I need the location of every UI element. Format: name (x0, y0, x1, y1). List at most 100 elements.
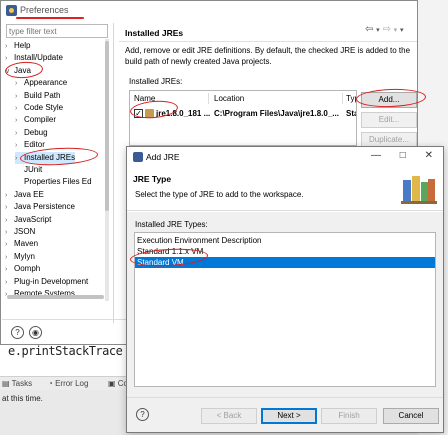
error-log-icon: ◔ (48, 379, 56, 388)
record-icon[interactable]: ◉ (29, 326, 42, 339)
view-menu-icon[interactable]: ▾ (400, 27, 404, 34)
expand-down-icon[interactable]: ∨ (5, 66, 14, 78)
tree-item[interactable]: › JavaScript (5, 214, 51, 226)
tree-item[interactable]: › Install/Update (5, 52, 63, 64)
jre-table: Name Location Typ ✓ jre1.8.0_181 ... C:\… (129, 90, 357, 146)
tree-item[interactable]: › Code Style (15, 102, 63, 114)
console-icon: ▣ (108, 379, 118, 388)
tree-item[interactable]: › Java Persistence (5, 201, 75, 213)
dialog-titlebar[interactable]: Add JRE — □ ✕ (127, 147, 443, 167)
expand-right-icon[interactable]: › (15, 153, 24, 165)
expand-right-icon[interactable]: › (5, 190, 14, 202)
expand-right-icon[interactable]: › (5, 53, 14, 65)
tree-item-label: Oomph (14, 264, 41, 274)
back-arrow-icon[interactable]: ⇦ (365, 24, 373, 35)
tree-item-label: Appearance (24, 78, 68, 88)
tree-item-label: Java (14, 65, 31, 75)
jre-types-label: Installed JRE Types: (135, 220, 208, 229)
expand-right-icon[interactable]: › (5, 239, 14, 251)
jre-checkbox[interactable]: ✓ (134, 109, 143, 118)
tree-item[interactable]: › Help (5, 40, 30, 52)
jre-types-list[interactable]: Execution Environment Description Standa… (134, 232, 436, 387)
list-item-standard-11x-vm[interactable]: Standard 1.1.x VM (135, 246, 435, 257)
column-header-type[interactable]: Typ (346, 94, 356, 103)
tree-item[interactable]: JUnit (15, 164, 42, 176)
tree-item[interactable]: › Build Path (15, 90, 60, 102)
background-status-message: at this time. (2, 394, 43, 403)
cancel-button[interactable]: Cancel (383, 408, 439, 424)
tree-item-label: JUnit (24, 165, 43, 174)
page-navigation: ⇦ ▾ ⇨ ▾ ▾ (365, 24, 403, 35)
expand-right-icon[interactable]: › (5, 202, 14, 214)
expand-right-icon[interactable]: › (15, 115, 24, 127)
tree-horizontal-scrollbar[interactable] (7, 295, 104, 299)
bg-tab-tasks[interactable]: ▤ Tasks (2, 379, 32, 388)
add-button[interactable]: Add... (361, 92, 417, 108)
chevron-down-icon[interactable]: ▾ (394, 27, 398, 34)
filter-input[interactable] (6, 24, 108, 38)
tree-item-label: Code Style (24, 103, 64, 112)
tree-item[interactable]: › Java EE (5, 189, 44, 201)
tree-item-label: Editor (24, 140, 45, 150)
expand-right-icon[interactable]: › (5, 227, 14, 239)
tree-item-label: Plug-in Development (14, 276, 89, 286)
eclipse-icon (133, 152, 143, 162)
tree-item[interactable]: › Editor (15, 139, 45, 151)
expand-right-icon[interactable]: › (5, 215, 14, 227)
expand-right-icon[interactable]: › (15, 103, 24, 115)
annotation-underline (16, 17, 84, 19)
expand-right-icon[interactable]: › (15, 91, 24, 103)
tree-item[interactable]: › Plug-in Development (5, 276, 88, 288)
window-controls[interactable]: — □ ✕ (371, 150, 433, 161)
dialog-description: Select the type of JRE to add to the wor… (135, 190, 304, 199)
expand-right-icon[interactable]: › (5, 264, 14, 276)
expand-right-icon[interactable]: › (15, 140, 24, 152)
list-item-execution-environment[interactable]: Execution Environment Description (135, 235, 435, 246)
tree-item[interactable]: › Debug (15, 127, 48, 139)
sash-divider[interactable] (113, 23, 114, 323)
expand-right-icon[interactable]: › (5, 277, 14, 289)
tree-item-label: Install/Update (14, 53, 63, 63)
preferences-titlebar[interactable]: Preferences (1, 1, 417, 21)
tree-scrollbar-thumb[interactable] (105, 41, 109, 211)
column-header-location[interactable]: Location (214, 94, 244, 103)
finish-button[interactable]: Finish (321, 408, 377, 424)
expand-right-icon[interactable]: › (5, 41, 14, 53)
back-button[interactable]: < Back (201, 408, 257, 424)
jre-type: Sta (346, 109, 356, 118)
tree-item-label: Help (14, 41, 31, 50)
tree-item[interactable]: › Mylyn (5, 251, 35, 263)
bg-tab-console[interactable]: ▣ Co (108, 379, 128, 388)
list-item-standard-vm[interactable]: Standard VM (135, 257, 435, 268)
tree-item-label: Installed JREs (24, 152, 76, 162)
tree-item[interactable]: › JSON (5, 226, 35, 238)
library-books-icon (401, 176, 437, 204)
tree-item-label: Java EE (14, 189, 44, 199)
bg-tab-error-log[interactable]: ◔ Error Log (48, 379, 88, 388)
tree-item[interactable]: › Maven (5, 238, 38, 250)
tree-item-label: JSON (14, 227, 36, 236)
tree-item[interactable]: ∨ Java (5, 65, 31, 77)
tree-item[interactable]: › Oomph (5, 263, 40, 275)
chevron-down-icon[interactable]: ▾ (376, 27, 380, 34)
tree-item[interactable]: › Appearance (15, 77, 67, 89)
background-view-tabs: ▤ Tasks ◔ Error Log ▣ Co (0, 376, 130, 390)
tree-item[interactable]: › Installed JREs (15, 151, 76, 165)
dialog-title: Add JRE (146, 152, 180, 162)
help-icon[interactable]: ? (11, 326, 24, 339)
edit-button[interactable]: Edit... (361, 112, 417, 128)
column-header-name[interactable]: Name (134, 94, 155, 103)
tree-item[interactable]: › Compiler (15, 114, 56, 126)
preferences-title: Preferences (20, 5, 69, 15)
expand-right-icon[interactable]: › (15, 78, 24, 90)
tree-item[interactable]: Properties Files Ed (15, 176, 92, 188)
expand-right-icon[interactable]: › (15, 128, 24, 140)
help-icon[interactable]: ? (136, 408, 149, 421)
table-row[interactable]: ✓ jre1.8.0_181 ... C:\Program Files\Java… (131, 107, 356, 120)
forward-arrow-icon[interactable]: ⇨ (382, 24, 390, 35)
tree-item-label: JavaScript (14, 214, 52, 224)
expand-right-icon[interactable]: › (5, 252, 14, 264)
background-code-line: e.printStackTrace (8, 344, 123, 358)
tree-item-label: Maven (14, 239, 39, 249)
next-button[interactable]: Next > (261, 408, 317, 424)
